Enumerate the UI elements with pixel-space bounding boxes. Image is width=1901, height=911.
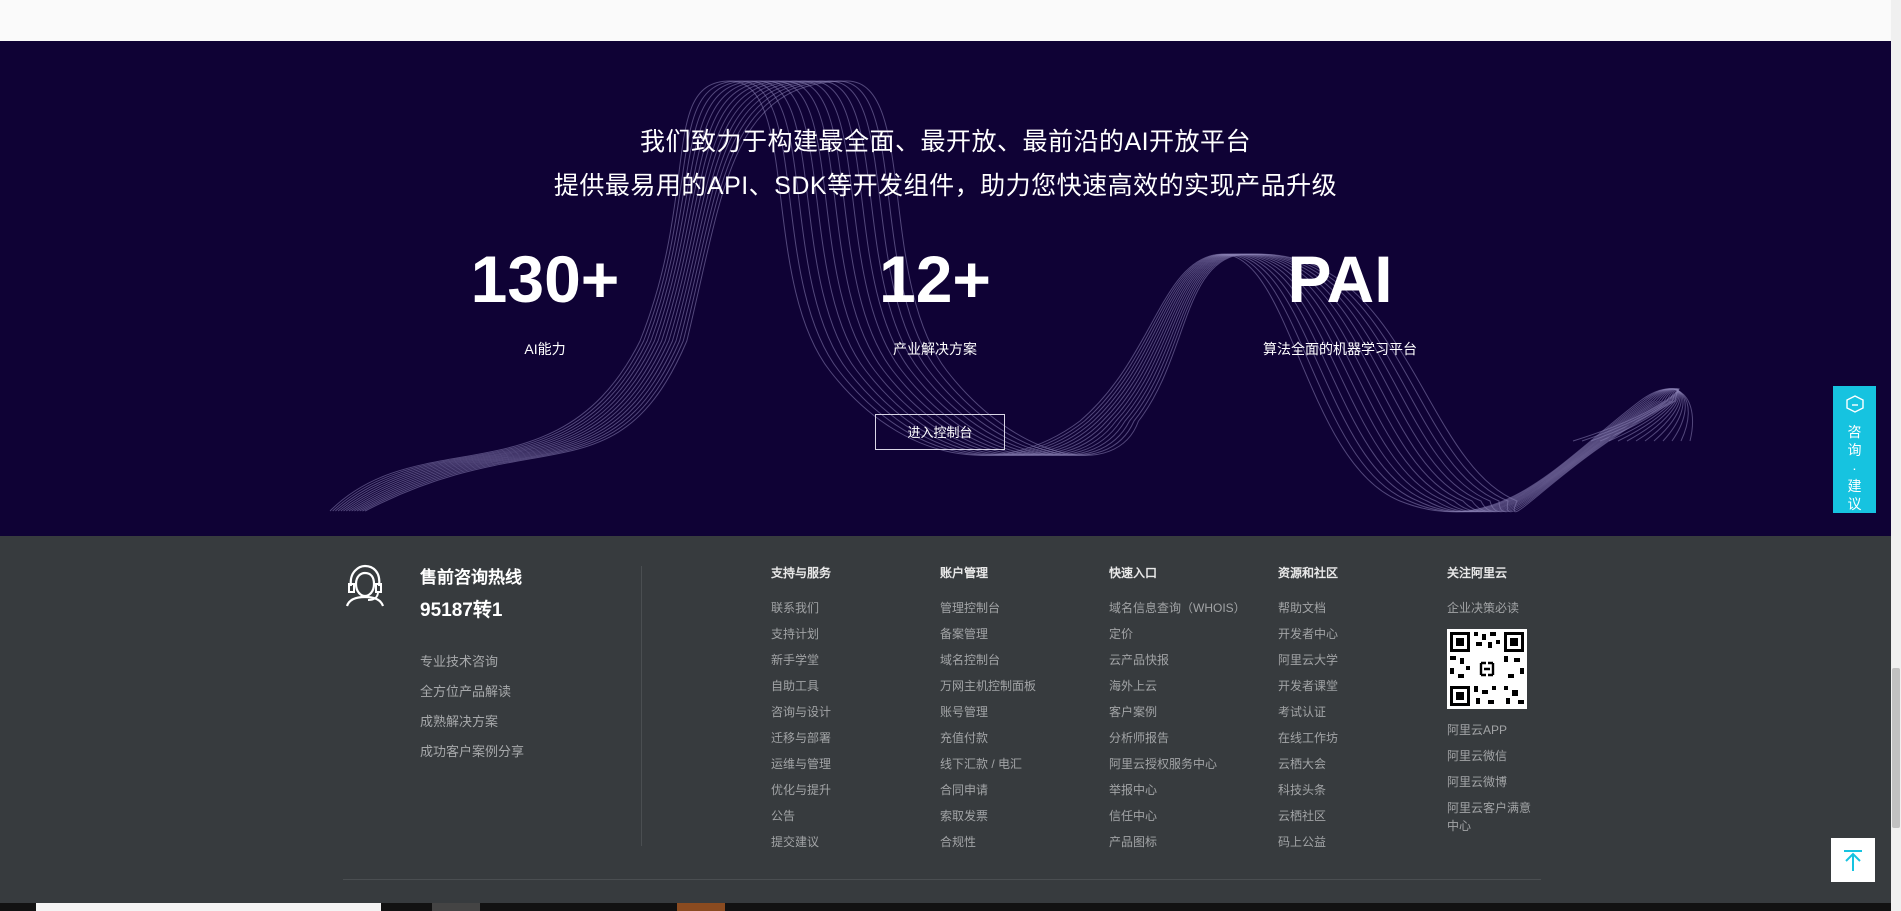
footer-link[interactable]: 在线工作坊	[1278, 725, 1338, 751]
footer-link[interactable]: 管理控制台	[940, 595, 1036, 621]
footer-link[interactable]: 阿里云授权服务中心	[1109, 751, 1246, 777]
footer-link[interactable]: 产品图标	[1109, 829, 1246, 855]
footer-link[interactable]: 云栖大会	[1278, 751, 1338, 777]
customer-service-icon	[343, 562, 387, 613]
stat-label: 算法全面的机器学习平台	[1263, 341, 1417, 357]
footer-link[interactable]: 阿里云微博	[1447, 769, 1557, 795]
footer-column-resources: 资源和社区 帮助文档 开发者中心 阿里云大学 开发者课堂 考试认证 在线工作坊 …	[1278, 564, 1338, 855]
consult-suggest-widget[interactable]: 咨询·建议	[1833, 386, 1876, 513]
hotline-link[interactable]: 全方位产品解读	[420, 677, 524, 707]
stat-value: 130+	[470, 242, 620, 316]
footer-column-follow: 关注阿里云 企业决策必读 阿里云APP 阿里云微信 阿里云微博 阿里云客户满意中…	[1447, 564, 1557, 835]
vertical-divider	[641, 566, 642, 846]
footer-link[interactable]: 阿里云微信	[1447, 743, 1557, 769]
footer-link[interactable]: 云产品快报	[1109, 647, 1246, 673]
hero-headline: 我们致力于构建最全面、最开放、最前沿的AI开放平台	[639, 128, 1252, 156]
footer-link[interactable]: 公告	[771, 803, 831, 829]
footer-link[interactable]: 阿里云客户满意中心	[1447, 795, 1539, 835]
footer-link[interactable]: 帮助文档	[1278, 595, 1338, 621]
enter-console-button[interactable]: 进入控制台	[875, 414, 1005, 450]
footer-divider	[343, 879, 1541, 880]
footer-link[interactable]: 客户案例	[1109, 699, 1246, 725]
bottom-bar-segment	[677, 903, 725, 911]
footer-link[interactable]: 域名信息查询（WHOIS）	[1109, 595, 1246, 621]
footer-link[interactable]: 云栖社区	[1278, 803, 1338, 829]
hotline-link[interactable]: 专业技术咨询	[420, 647, 524, 677]
back-to-top-button[interactable]	[1831, 838, 1875, 882]
scrollbar-thumb[interactable]	[1892, 668, 1900, 828]
footer-link[interactable]: 提交建议	[771, 829, 831, 855]
footer-link[interactable]: 举报中心	[1109, 777, 1246, 803]
footer-link[interactable]: 码上公益	[1278, 829, 1338, 855]
arrow-up-icon	[1844, 850, 1862, 871]
footer-follow-subtitle: 企业决策必读	[1447, 601, 1520, 615]
hotline-link[interactable]: 成功客户案例分享	[420, 737, 524, 767]
hotline-link[interactable]: 成熟解决方案	[420, 707, 524, 737]
footer-link[interactable]: 科技头条	[1278, 777, 1338, 803]
column-title: 快速入口	[1109, 566, 1158, 580]
footer-link[interactable]: 分析师报告	[1109, 725, 1246, 751]
stat-label: 产业解决方案	[893, 341, 977, 357]
footer-link[interactable]: 支持计划	[771, 621, 831, 647]
bottom-bar	[0, 903, 1891, 911]
stat-value: 12+	[879, 242, 991, 316]
stat-label: AI能力	[524, 341, 566, 357]
column-title: 关注阿里云	[1447, 566, 1508, 580]
column-title: 支持与服务	[771, 566, 832, 580]
footer-link[interactable]: 优化与提升	[771, 777, 831, 803]
site-footer: 售前咨询热线 95187转1 专业技术咨询 全方位产品解读 成熟解决方案 成功客…	[0, 536, 1891, 911]
footer-link[interactable]: 阿里云大学	[1278, 647, 1338, 673]
qr-code-icon	[1447, 629, 1527, 709]
column-title: 账户管理	[940, 566, 989, 580]
stat-ai-capabilities: 130+ AI能力	[375, 243, 715, 359]
column-title: 资源和社区	[1278, 566, 1339, 580]
footer-link[interactable]: 海外上云	[1109, 673, 1246, 699]
footer-link[interactable]: 开发者中心	[1278, 621, 1338, 647]
hero-subheadline: 提供最易用的API、SDK等开发组件，助力您快速高效的实现产品升级	[553, 172, 1338, 200]
hotline-title: 售前咨询热线	[420, 568, 522, 587]
footer-link[interactable]: 运维与管理	[771, 751, 831, 777]
footer-link[interactable]: 万网主机控制面板	[940, 673, 1036, 699]
footer-link[interactable]: 定价	[1109, 621, 1246, 647]
stat-value: PAI	[1287, 242, 1393, 316]
footer-link[interactable]: 考试认证	[1278, 699, 1338, 725]
footer-link[interactable]: 咨询与设计	[771, 699, 831, 725]
bottom-bar-segment	[432, 903, 480, 911]
footer-link[interactable]: 联系我们	[771, 595, 831, 621]
bottom-bar-segment	[36, 903, 381, 911]
footer-link[interactable]: 信任中心	[1109, 803, 1246, 829]
hotline-links: 专业技术咨询 全方位产品解读 成熟解决方案 成功客户案例分享	[420, 647, 524, 767]
footer-link[interactable]: 充值付款	[940, 725, 1036, 751]
footer-link[interactable]: 阿里云APP	[1447, 717, 1557, 743]
hotline-number: 95187转1	[420, 600, 503, 621]
footer-link[interactable]: 合规性	[940, 829, 1036, 855]
page-scrollbar[interactable]	[1891, 0, 1901, 911]
footer-link[interactable]: 自助工具	[771, 673, 831, 699]
footer-link[interactable]: 合同申请	[940, 777, 1036, 803]
consult-suggest-label: 咨询·建议	[1847, 424, 1862, 512]
footer-link[interactable]: 线下汇款 / 电汇	[940, 751, 1036, 777]
top-strip	[0, 0, 1891, 41]
footer-column-account: 账户管理 管理控制台 备案管理 域名控制台 万网主机控制面板 账号管理 充值付款…	[940, 564, 1036, 855]
footer-link[interactable]: 备案管理	[940, 621, 1036, 647]
footer-column-quick-entry: 快速入口 域名信息查询（WHOIS） 定价 云产品快报 海外上云 客户案例 分析…	[1109, 564, 1246, 855]
stat-industry-solutions: 12+ 产业解决方案	[765, 243, 1105, 359]
footer-link[interactable]: 新手学堂	[771, 647, 831, 673]
stat-pai-platform: PAI 算法全面的机器学习平台	[1170, 243, 1510, 359]
footer-column-support: 支持与服务 联系我们 支持计划 新手学堂 自助工具 咨询与设计 迁移与部署 运维…	[771, 564, 831, 855]
ai-platform-hero: 我们致力于构建最全面、最开放、最前沿的AI开放平台 提供最易用的API、SDK等…	[0, 41, 1891, 536]
footer-link[interactable]: 开发者课堂	[1278, 673, 1338, 699]
footer-link[interactable]: 索取发票	[940, 803, 1036, 829]
footer-link[interactable]: 迁移与部署	[771, 725, 831, 751]
footer-link[interactable]: 域名控制台	[940, 647, 1036, 673]
footer-link[interactable]: 账号管理	[940, 699, 1036, 725]
chat-bubble-icon	[1833, 394, 1876, 419]
